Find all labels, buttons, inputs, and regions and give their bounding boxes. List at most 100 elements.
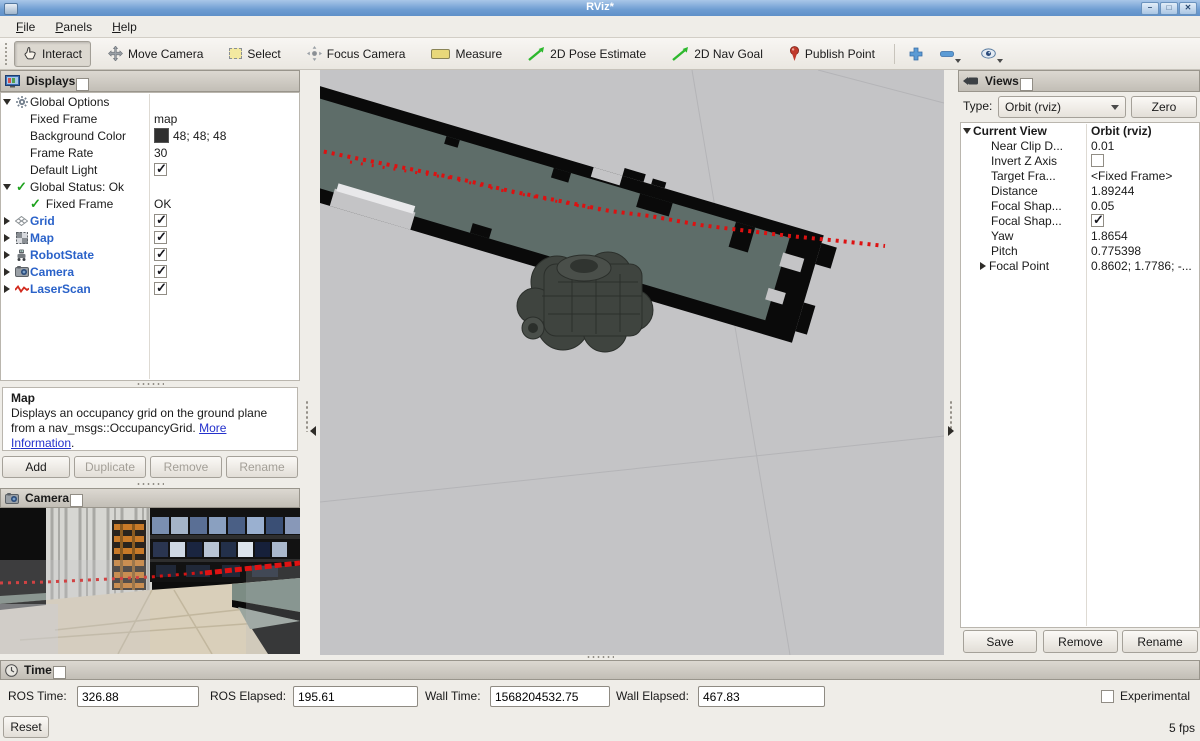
background-color-value[interactable]: 48; 48; 48	[173, 129, 226, 143]
left-splitter[interactable]	[300, 70, 320, 655]
row-default-light[interactable]: Default Light	[1, 161, 299, 178]
row-pitch[interactable]: Pitch 0.775398	[961, 243, 1199, 258]
camera-image[interactable]	[0, 508, 300, 654]
focus-camera-tool-button[interactable]: Focus Camera	[298, 41, 415, 67]
collapse-right-arrow-icon[interactable]	[948, 426, 954, 436]
expand-icon[interactable]	[4, 285, 10, 293]
expand-icon[interactable]	[4, 217, 10, 225]
displays-float-checkbox[interactable]	[76, 78, 89, 91]
camera-enabled-checkbox[interactable]	[154, 265, 167, 278]
wall-time-input[interactable]	[490, 686, 610, 707]
expand-icon[interactable]	[980, 262, 986, 270]
row-display-grid[interactable]: Grid	[1, 212, 299, 229]
menu-panels[interactable]: Panels	[45, 18, 102, 36]
time-panel-header[interactable]: Time	[0, 660, 1200, 680]
row-focal-shape-fixed[interactable]: Focal Shap...	[961, 213, 1199, 228]
views-float-checkbox[interactable]	[1020, 78, 1033, 91]
row-global-options[interactable]: Global Options	[1, 93, 299, 110]
default-light-checkbox[interactable]	[154, 163, 167, 176]
row-target-frame[interactable]: Target Fra... <Fixed Frame>	[961, 168, 1199, 183]
row-focal-point[interactable]: Focal Point 0.8602; 1.7786; -...	[961, 258, 1199, 273]
maximize-button[interactable]: □	[1160, 2, 1178, 15]
interact-tool-button[interactable]: Interact	[14, 41, 91, 67]
views-panel-header[interactable]: Views	[958, 70, 1200, 92]
views-tree: Current View Orbit (rviz) Near Clip D...…	[960, 122, 1200, 628]
expand-icon[interactable]	[4, 251, 10, 259]
row-yaw[interactable]: Yaw 1.8654	[961, 228, 1199, 243]
collapse-icon[interactable]	[3, 99, 11, 105]
row-display-map[interactable]: Map	[1, 229, 299, 246]
row-display-robotstate[interactable]: RobotState	[1, 246, 299, 263]
collapse-icon[interactable]	[963, 128, 971, 134]
remove-tool-button[interactable]	[937, 41, 970, 67]
splitter-handle[interactable]	[136, 382, 164, 386]
row-focal-shape-size[interactable]: Focal Shap... 0.05	[961, 198, 1199, 213]
rename-view-button[interactable]: Rename	[1122, 630, 1198, 653]
focal-shape-checkbox[interactable]	[1091, 214, 1104, 227]
ros-elapsed-input[interactable]	[293, 686, 418, 707]
minimize-button[interactable]: –	[1141, 2, 1159, 15]
camera-panel-header[interactable]: Camera	[0, 488, 300, 508]
fixed-frame-value[interactable]: map	[154, 112, 177, 126]
menu-file[interactable]: File	[6, 18, 45, 36]
title-bar[interactable]: RViz* – □ ✕	[0, 0, 1200, 17]
row-status-fixed-frame[interactable]: ✓Fixed Frame OK	[1, 195, 299, 212]
pose-estimate-tool-button[interactable]: 2D Pose Estimate	[519, 41, 655, 67]
select-tool-button[interactable]: Select	[220, 41, 289, 67]
time-float-checkbox[interactable]	[53, 666, 66, 679]
right-splitter[interactable]	[944, 70, 958, 655]
laserscan-enabled-checkbox[interactable]	[154, 282, 167, 295]
view-type-combobox[interactable]: Orbit (rviz)	[998, 96, 1126, 118]
reset-button[interactable]: Reset	[3, 716, 49, 738]
wall-elapsed-input[interactable]	[698, 686, 825, 707]
camera-float-checkbox[interactable]	[70, 494, 83, 507]
measure-tool-button[interactable]: Measure	[422, 41, 511, 67]
close-button[interactable]: ✕	[1179, 2, 1197, 15]
ros-time-input[interactable]	[77, 686, 199, 707]
status-value: OK	[154, 197, 171, 211]
map-enabled-checkbox[interactable]	[154, 231, 167, 244]
frame-rate-value[interactable]: 30	[154, 146, 167, 160]
invert-z-checkbox[interactable]	[1091, 154, 1104, 167]
experimental-checkbox[interactable]	[1101, 690, 1114, 703]
ros-time-label: ROS Time:	[8, 686, 67, 707]
duplicate-button[interactable]: Duplicate	[74, 456, 146, 478]
row-current-view[interactable]: Current View Orbit (rviz)	[961, 123, 1199, 138]
row-frame-rate[interactable]: Frame Rate 30	[1, 144, 299, 161]
zero-button[interactable]: Zero	[1131, 96, 1197, 118]
grid-enabled-checkbox[interactable]	[154, 214, 167, 227]
rename-display-button[interactable]: Rename	[226, 456, 298, 478]
row-display-camera[interactable]: Camera	[1, 263, 299, 280]
row-display-laserscan[interactable]: LaserScan	[1, 280, 299, 297]
nav-goal-tool-button[interactable]: 2D Nav Goal	[663, 41, 772, 67]
publish-point-tool-button[interactable]: Publish Point	[780, 41, 884, 67]
add-tool-button[interactable]	[903, 41, 929, 67]
remove-view-button[interactable]: Remove	[1043, 630, 1118, 653]
row-background-color[interactable]: Background Color 48; 48; 48	[1, 127, 299, 144]
green-arrow-icon	[672, 47, 689, 61]
row-global-status[interactable]: ✓Global Status: Ok	[1, 178, 299, 195]
displays-panel-header[interactable]: Displays	[0, 70, 300, 92]
splitter-handle[interactable]	[136, 482, 164, 486]
collapse-left-arrow-icon[interactable]	[310, 426, 316, 436]
row-fixed-frame[interactable]: Fixed Frame map	[1, 110, 299, 127]
row-invert-z[interactable]: Invert Z Axis	[961, 153, 1199, 168]
move-camera-tool-button[interactable]: Move Camera	[99, 41, 212, 67]
color-swatch[interactable]	[154, 128, 169, 143]
chevron-down-icon	[955, 59, 961, 63]
wall-elapsed-label: Wall Elapsed:	[616, 686, 689, 707]
toolbar-drag-handle[interactable]	[4, 42, 9, 66]
tool-properties-button[interactable]	[978, 41, 1012, 67]
save-view-button[interactable]: Save	[963, 630, 1037, 653]
row-near-clip[interactable]: Near Clip D... 0.01	[961, 138, 1199, 153]
add-button[interactable]: Add	[2, 456, 70, 478]
expand-icon[interactable]	[4, 234, 10, 242]
robotstate-enabled-checkbox[interactable]	[154, 248, 167, 261]
collapse-icon[interactable]	[3, 184, 11, 190]
3d-viewport[interactable]	[320, 70, 944, 655]
menu-help[interactable]: Help	[102, 18, 147, 36]
expand-icon[interactable]	[4, 268, 10, 276]
row-distance[interactable]: Distance 1.89244	[961, 183, 1199, 198]
remove-display-button[interactable]: Remove	[150, 456, 222, 478]
display-description: Map Displays an occupancy grid on the gr…	[2, 387, 298, 451]
